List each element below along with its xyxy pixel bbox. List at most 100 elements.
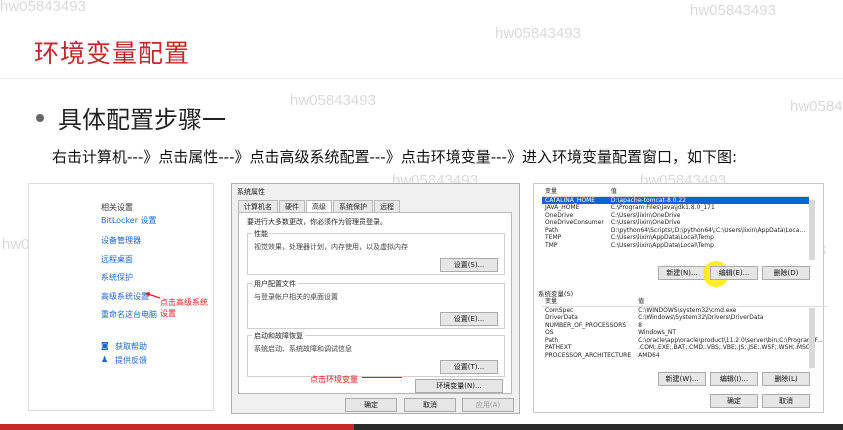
system-variables-table: 变量 值 ComSpec C:\WINDOWS\system32\cmd.exe D… — [542, 298, 827, 359]
column-header-name: 变量 — [542, 298, 636, 307]
column-header-name: 变量 — [542, 188, 608, 197]
bitlocker-link[interactable]: BitLocker 设置 — [101, 215, 157, 226]
table-row[interactable]: DriverData C:\Windows\System32\Drivers\Dr… — [542, 314, 827, 322]
cancel-button[interactable]: 取消 — [404, 398, 456, 412]
remote-desktop-link[interactable]: 远程桌面 — [101, 254, 133, 265]
feedback-icon: ♟ — [101, 355, 109, 364]
annotation-env-vars: 点击环境变量 — [310, 375, 358, 384]
ok-button[interactable]: 确定 — [345, 398, 397, 412]
variable-name: PROCESSOR_ARCHITECTURE — [545, 351, 632, 359]
group-desc: 视觉效果，处理器计划，内存使用，以及虚拟内存 — [254, 243, 408, 251]
user-vars-scrollbar[interactable] — [809, 200, 815, 260]
table-row[interactable]: PATHEXT .COM;.EXE;.BAT;.CMD;.VBS;.VBE;.JS… — [542, 344, 827, 352]
variable-name: TMP — [545, 241, 558, 249]
group-title: 用户配置文件 — [252, 279, 298, 289]
performance-group: 性能 视觉效果，处理器计划，内存使用，以及虚拟内存 设置(S)... — [247, 229, 505, 275]
system-related-settings-panel: 相关设置 BitLocker 设置 设备管理器 远程桌面 系统保护 高级系统设置… — [28, 183, 214, 411]
help-icon: ◙ — [101, 341, 109, 350]
column-header-value: 值 — [635, 298, 827, 307]
user-delete-button[interactable]: 删除(D) — [762, 266, 810, 280]
system-delete-button[interactable]: 删除(L) — [762, 372, 810, 386]
variable-name: DriverData — [545, 314, 578, 321]
group-title: 启动和故障恢复 — [252, 331, 305, 341]
variable-name: NUMBER_OF_PROCESSORS — [545, 321, 627, 329]
dialog-title: 系统属性 — [237, 188, 265, 196]
variable-name: Path — [545, 336, 559, 344]
variable-value: C:\Windows\System32\Drivers\DriverData — [638, 314, 764, 321]
group-desc: 系统启动、系统故障和调试信息 — [254, 345, 352, 353]
step-description: 右击计算机---》点击属性---》点击高级系统配置---》点击环境变量---》进… — [52, 148, 738, 166]
title-divider — [0, 78, 843, 79]
variable-name: ComSpec — [545, 306, 574, 314]
variable-value: .COM;.EXE;.BAT;.CMD;.VBS;.VBE;.JS;.JSE;.… — [638, 344, 810, 351]
variable-name: Path — [545, 226, 559, 234]
video-progress-bar[interactable] — [0, 424, 843, 430]
startup-recovery-group: 启动和故障恢复 系统启动、系统故障和调试信息 设置(T)... — [247, 331, 505, 377]
environment-variables-button[interactable]: 环境变量(N)... — [415, 379, 503, 393]
variable-name: OneDriveConsumer — [545, 219, 604, 226]
ok-button[interactable]: 确定 — [710, 394, 758, 408]
table-row[interactable]: CATALINA_HOME D:\apache-tomcat-8.0.22 — [542, 196, 810, 204]
user-edit-button[interactable]: 编辑(E)... — [710, 266, 758, 280]
slide-title: 环境变量配置 — [34, 39, 191, 68]
variable-value: C:\Users\lixin\AppData\Local\Temp — [610, 241, 714, 249]
cancel-button[interactable]: 取消 — [762, 394, 810, 408]
user-profile-group: 用户配置文件 与登录帐户相关的桌面设置 设置(E)... — [247, 279, 505, 329]
advanced-system-settings-link[interactable]: 高级系统设置 — [101, 291, 149, 302]
variable-value: D:\apache-tomcat-8.0.22 — [607, 196, 810, 204]
device-manager-link[interactable]: 设备管理器 — [101, 235, 141, 246]
variable-value: C:\Program Files\Java\jdk1.8.0_171 — [610, 204, 715, 211]
table-row[interactable]: Path D:\python64\Scripts\;D:\python64\;C:… — [542, 227, 809, 235]
system-variables-label: 系统变量(S) — [538, 290, 574, 298]
bullet-dot-icon — [36, 113, 44, 122]
bullet-heading: 具体配置步骤一 — [36, 100, 226, 135]
feedback-link[interactable]: 提供反馈 — [115, 355, 147, 366]
table-row[interactable]: NUMBER_OF_PROCESSORS 8 — [542, 322, 827, 330]
variable-name: OS — [545, 329, 554, 336]
system-edit-button[interactable]: 编辑(I)... — [710, 372, 758, 386]
table-row[interactable]: TMP C:\Users\lixin\AppData\Local\Temp — [542, 242, 809, 250]
progress-fill — [0, 424, 355, 430]
table-row[interactable]: OS Windows_NT — [542, 329, 827, 337]
user-profile-settings-button[interactable]: 设置(E)... — [440, 312, 498, 326]
variable-name: CATALINA_HOME — [542, 196, 608, 204]
variable-name: TEMP — [545, 234, 562, 241]
advanced-tab-content: 要进行大多数更改，你必须作为管理员登录。 性能 视觉效果，处理器计划，内存使用，… — [238, 212, 512, 394]
variable-value: C:\Users\lixin\OneDrive — [610, 219, 681, 226]
environment-variables-dialog: 变量 值 CATALINA_HOME D:\apache-tomcat-8.0.2… — [533, 183, 827, 413]
variable-name: OneDrive — [545, 211, 574, 219]
variable-name: PATHEXT — [545, 344, 572, 351]
system-new-button[interactable]: 新建(W)... — [658, 372, 706, 386]
red-arrow-icon — [362, 377, 402, 378]
watermark: hw05843493 — [690, 2, 776, 19]
table-row[interactable]: Path C:\oracle\app\oracle\product\11.2.0\… — [542, 337, 827, 345]
user-variables-table: 变量 值 CATALINA_HOME D:\apache-tomcat-8.0.2… — [542, 188, 810, 250]
table-row[interactable]: TEMP C:\Users\lixin\AppData\Local\Temp — [542, 234, 809, 242]
variable-name: JAVA_HOME — [545, 204, 580, 211]
variable-value: D:\python64\Scripts\;D:\python64\;C:\Use… — [610, 226, 806, 234]
system-protection-link[interactable]: 系统保护 — [101, 272, 133, 283]
performance-settings-button[interactable]: 设置(S)... — [440, 258, 498, 272]
variable-value: 8 — [638, 321, 642, 329]
table-row[interactable]: ComSpec C:\WINDOWS\system32\cmd.exe — [542, 306, 827, 314]
table-row[interactable]: JAVA_HOME C:\Program Files\Java\jdk1.8.0_… — [542, 204, 809, 212]
get-help-link[interactable]: 获取帮助 — [115, 341, 147, 352]
column-header-value: 值 — [607, 188, 810, 197]
group-title: 性能 — [252, 229, 270, 239]
system-properties-dialog: 系统属性 计算机名 硬件 高级 系统保护 远程 要进行大多数更改，你必须作为管理… — [231, 183, 520, 414]
apply-button[interactable]: 应用(A) — [462, 398, 514, 412]
watermark: hw05843493 — [495, 25, 581, 42]
watermark: hw05843493 — [290, 92, 376, 109]
related-settings-header: 相关设置 — [101, 203, 133, 212]
variable-value: C:\Users\lixin\OneDrive — [610, 211, 681, 219]
table-row[interactable]: OneDrive C:\Users\lixin\OneDrive — [542, 212, 809, 220]
table-row[interactable]: PROCESSOR_ARCHITECTURE AMD64 — [542, 352, 827, 360]
system-vars-scrollbar[interactable] — [809, 308, 815, 368]
rename-pc-link[interactable]: 重命名这台电脑 — [101, 309, 157, 320]
red-arrow-icon — [145, 292, 161, 299]
table-row[interactable]: OneDriveConsumer C:\Users\lixin\OneDrive — [542, 219, 809, 227]
startup-settings-button[interactable]: 设置(T)... — [440, 360, 498, 374]
user-new-button[interactable]: 新建(N)... — [658, 266, 706, 280]
variable-value: C:\oracle\app\oracle\product\11.2.0\serv… — [638, 336, 823, 344]
variable-value: C:\Users\lixin\AppData\Local\Temp — [610, 234, 714, 241]
